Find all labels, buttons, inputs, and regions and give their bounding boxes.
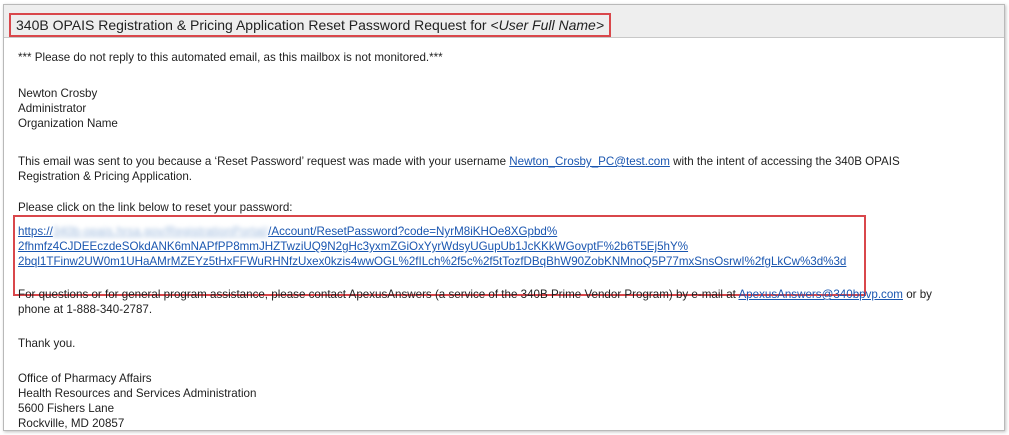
intro-text-before: This email was sent to you because a ‘Re… bbox=[18, 155, 510, 168]
username-link[interactable]: Newton_Crosby_PC@test.com bbox=[509, 155, 670, 168]
signature-city: Rockville, MD 20857 bbox=[18, 417, 125, 430]
signature-office: Office of Pharmacy Affairs bbox=[18, 372, 152, 385]
signature-agency: Health Resources and Services Administra… bbox=[18, 387, 257, 400]
email-window: 340B OPAIS Registration & Pricing Applic… bbox=[3, 4, 1005, 431]
reset-link-scheme[interactable]: https:// bbox=[18, 225, 53, 238]
reset-link-path[interactable]: /Account/ResetPassword?code=NyrM8iKHOe8X… bbox=[268, 225, 557, 238]
thanks-text: Thank you. bbox=[18, 337, 76, 350]
reset-link-line-3[interactable]: 2bql1TFinw2UW0m1UHaAMrMZEYz5tHxFFWuRHNfz… bbox=[18, 254, 846, 269]
contact-text-after: or by bbox=[902, 288, 932, 301]
contact-line-1: For questions or for general program ass… bbox=[18, 287, 932, 302]
subject-user-placeholder: <User Full Name> bbox=[490, 17, 605, 33]
subject-bar: 340B OPAIS Registration & Pricing Applic… bbox=[4, 5, 1004, 38]
recipient-role: Administrator bbox=[18, 102, 87, 115]
signature-street: 5600 Fishers Lane bbox=[18, 402, 115, 415]
email-subject: 340B OPAIS Registration & Pricing Applic… bbox=[9, 13, 612, 37]
subject-text: 340B OPAIS Registration & Pricing Applic… bbox=[16, 17, 491, 33]
contact-text-before: For questions or for general program ass… bbox=[18, 288, 739, 301]
reset-prompt: Please click on the link below to reset … bbox=[18, 201, 293, 214]
intro-line-2: Registration & Pricing Application. bbox=[18, 170, 192, 183]
contact-line-2: phone at 1-888-340-2787. bbox=[18, 303, 153, 316]
intro-line-1: This email was sent to you because a ‘Re… bbox=[18, 154, 900, 169]
reset-link-line-1[interactable]: https://340b-opais.hrsa.gov/Registration… bbox=[18, 224, 557, 239]
reset-link-line-2[interactable]: 2fhmfz4CJDEEczdeSOkdANK6mNAPfPP8mmJHZTwz… bbox=[18, 239, 688, 254]
intro-text-after: with the intent of accessing the 340B OP… bbox=[669, 155, 900, 168]
reset-link-obscured-host[interactable]: 340b-opais.hrsa.gov/RegistrationPortal/ bbox=[53, 224, 268, 239]
contact-email-link[interactable]: ApexusAnswers@340bpvp.com bbox=[738, 288, 903, 301]
recipient-name: Newton Crosby bbox=[18, 87, 98, 100]
no-reply-notice: *** Please do not reply to this automate… bbox=[18, 51, 443, 64]
recipient-organization: Organization Name bbox=[18, 117, 118, 130]
